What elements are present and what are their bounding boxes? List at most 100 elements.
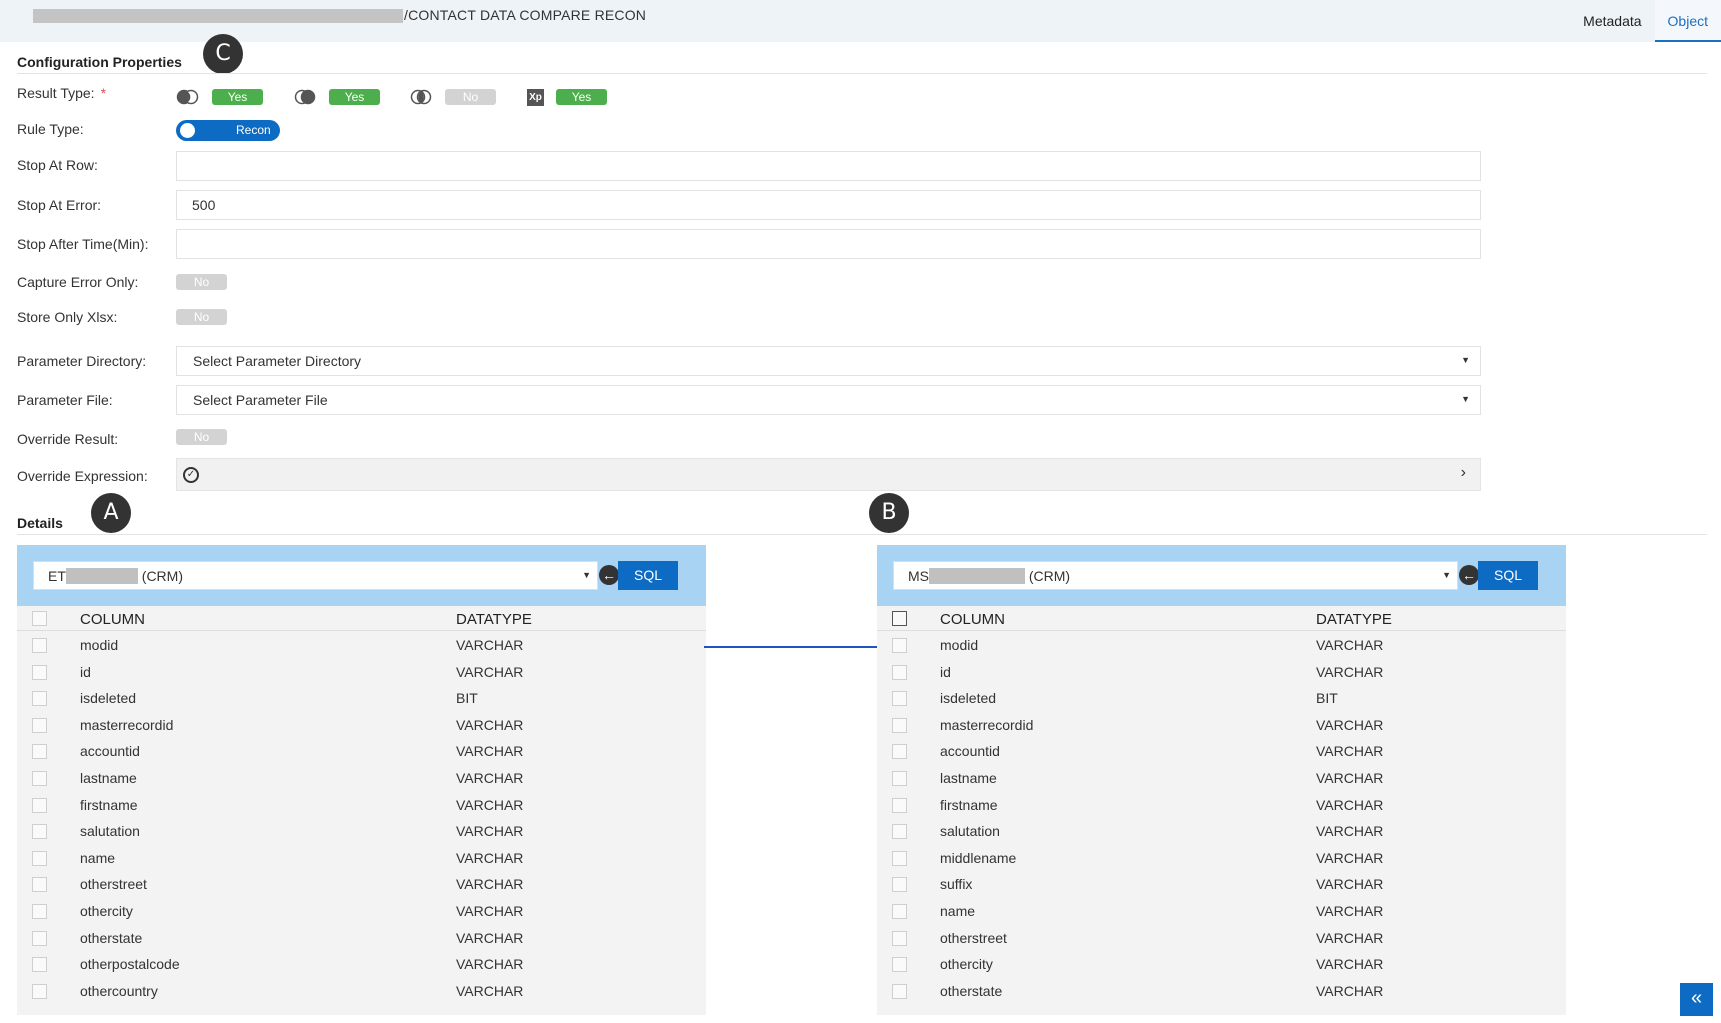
table-row[interactable]: otherstreet VARCHAR [877,925,1566,951]
stop-at-error-label: Stop At Error: [17,197,102,213]
row-checkbox[interactable] [892,983,907,999]
row-checkbox[interactable] [32,797,47,813]
row-checkbox[interactable] [892,744,907,760]
row-checkbox[interactable] [32,957,47,973]
stop-at-row-label: Stop At Row: [17,157,98,173]
panel-header: MS (CRM) ▼ ← SQL [877,545,1566,606]
row-checkbox[interactable] [892,904,907,919]
row-checkbox[interactable] [32,771,47,786]
override-expression-label: Override Expression: [17,468,148,484]
table-row[interactable]: isdeleted BIT [877,685,1566,711]
table-row[interactable]: name VARCHAR [17,845,706,871]
column-datatype: VARCHAR [456,849,524,866]
stop-after-time-input[interactable] [176,229,1481,259]
column-datatype: VARCHAR [1316,770,1384,786]
row-checkbox[interactable] [32,638,47,653]
column-name: modid [940,637,979,653]
table-row[interactable]: name VARCHAR [877,898,1566,924]
table-row[interactable]: firstname VARCHAR [877,792,1566,818]
parameter-file-label: Parameter File: [17,392,113,408]
collapse-panel-button[interactable]: « [1680,983,1713,1016]
row-checkbox[interactable] [892,717,907,733]
column-mapping-line[interactable] [704,646,878,648]
table-row[interactable]: accountid VARCHAR [877,738,1566,764]
row-checkbox[interactable] [32,850,47,866]
table-row[interactable]: firstname VARCHAR [17,792,706,818]
row-checkbox[interactable] [892,930,907,946]
table-row[interactable]: otherstate VARCHAR [877,978,1566,1004]
column-name: lastname [80,770,137,786]
row-checkbox[interactable] [32,983,47,999]
table-row[interactable]: lastname VARCHAR [17,765,706,791]
row-checkbox[interactable] [32,824,47,840]
table-row[interactable]: isdeleted BIT [17,685,706,711]
capture-error-only-toggle[interactable]: No [176,274,227,290]
sql-button[interactable]: SQL [1478,561,1538,590]
store-only-xlsx-toggle[interactable]: No [176,309,227,325]
left-join-toggle[interactable]: Yes [212,89,263,105]
inner-join-toggle[interactable]: No [445,89,496,105]
select-all-checkbox[interactable] [32,611,47,626]
override-expression-field[interactable]: ✓ › [176,458,1481,491]
row-checkbox[interactable] [32,904,47,919]
table-row[interactable]: othercity VARCHAR [17,898,706,924]
table-row[interactable]: othercountry VARCHAR [17,978,706,1004]
table-row[interactable]: othercity VARCHAR [877,951,1566,977]
table-row[interactable]: accountid VARCHAR [17,738,706,764]
column-name: othercity [940,956,993,973]
row-checkbox[interactable] [892,691,907,707]
row-checkbox[interactable] [892,638,907,653]
row-checkbox[interactable] [32,877,47,893]
table-row[interactable]: modid VARCHAR [877,632,1566,658]
xp-toggle[interactable]: Yes [556,89,607,105]
row-checkbox[interactable] [32,930,47,946]
sql-button[interactable]: SQL [618,561,678,590]
row-checkbox[interactable] [892,850,907,866]
chevron-right-icon[interactable]: › [1461,464,1466,482]
table-row[interactable]: masterrecordid VARCHAR [877,712,1566,738]
table-row[interactable]: otherpostalcode VARCHAR [17,951,706,977]
table-row[interactable]: id VARCHAR [877,659,1566,685]
table-row[interactable]: middlename VARCHAR [877,845,1566,871]
row-checkbox[interactable] [32,691,47,707]
table-row[interactable]: modid VARCHAR [17,632,706,658]
right-join-toggle[interactable]: Yes [329,89,380,105]
row-checkbox[interactable] [892,824,907,840]
column-datatype: VARCHAR [456,903,524,919]
tab-metadata[interactable]: Metadata [1570,0,1654,42]
row-checkbox[interactable] [892,771,907,786]
arrow-left-icon[interactable]: ← [599,565,619,585]
table-row[interactable]: salutation VARCHAR [877,818,1566,844]
table-row[interactable]: suffix VARCHAR [877,871,1566,897]
rule-type-toggle[interactable]: Recon [176,120,280,141]
table-row[interactable]: masterrecordid VARCHAR [17,712,706,738]
tab-object[interactable]: Object [1654,0,1721,42]
override-result-toggle[interactable]: No [176,429,227,445]
top-bar: /CONTACT DATA COMPARE RECON Metadata Obj… [0,0,1721,42]
table-row[interactable]: salutation VARCHAR [17,818,706,844]
row-checkbox[interactable] [32,717,47,733]
row-checkbox[interactable] [32,664,47,680]
table-row[interactable]: id VARCHAR [17,659,706,685]
source-select-left[interactable]: ET (CRM) ▼ [33,561,598,590]
marker-b: B [869,493,909,533]
arrow-left-icon[interactable]: ← [1459,565,1479,585]
table-row[interactable]: lastname VARCHAR [877,765,1566,791]
row-checkbox[interactable] [892,957,907,973]
xp-icon: Xp [527,89,544,106]
check-circle-icon[interactable]: ✓ [183,467,199,483]
row-checkbox[interactable] [892,797,907,813]
select-all-checkbox[interactable] [892,611,907,626]
stop-at-error-input[interactable]: 500 [176,190,1481,220]
column-datatype: VARCHAR [1316,903,1384,919]
stop-at-row-input[interactable] [176,151,1481,181]
parameter-file-select[interactable]: Select Parameter File ▼ [176,385,1481,415]
table-row[interactable]: otherstreet VARCHAR [17,871,706,897]
row-checkbox[interactable] [892,664,907,680]
source-select-right[interactable]: MS (CRM) ▼ [893,561,1458,590]
table-row[interactable]: otherstate VARCHAR [17,925,706,951]
parameter-directory-select[interactable]: Select Parameter Directory ▼ [176,346,1481,376]
row-checkbox[interactable] [32,744,47,760]
row-checkbox[interactable] [892,877,907,893]
column-name: masterrecordid [80,716,174,733]
